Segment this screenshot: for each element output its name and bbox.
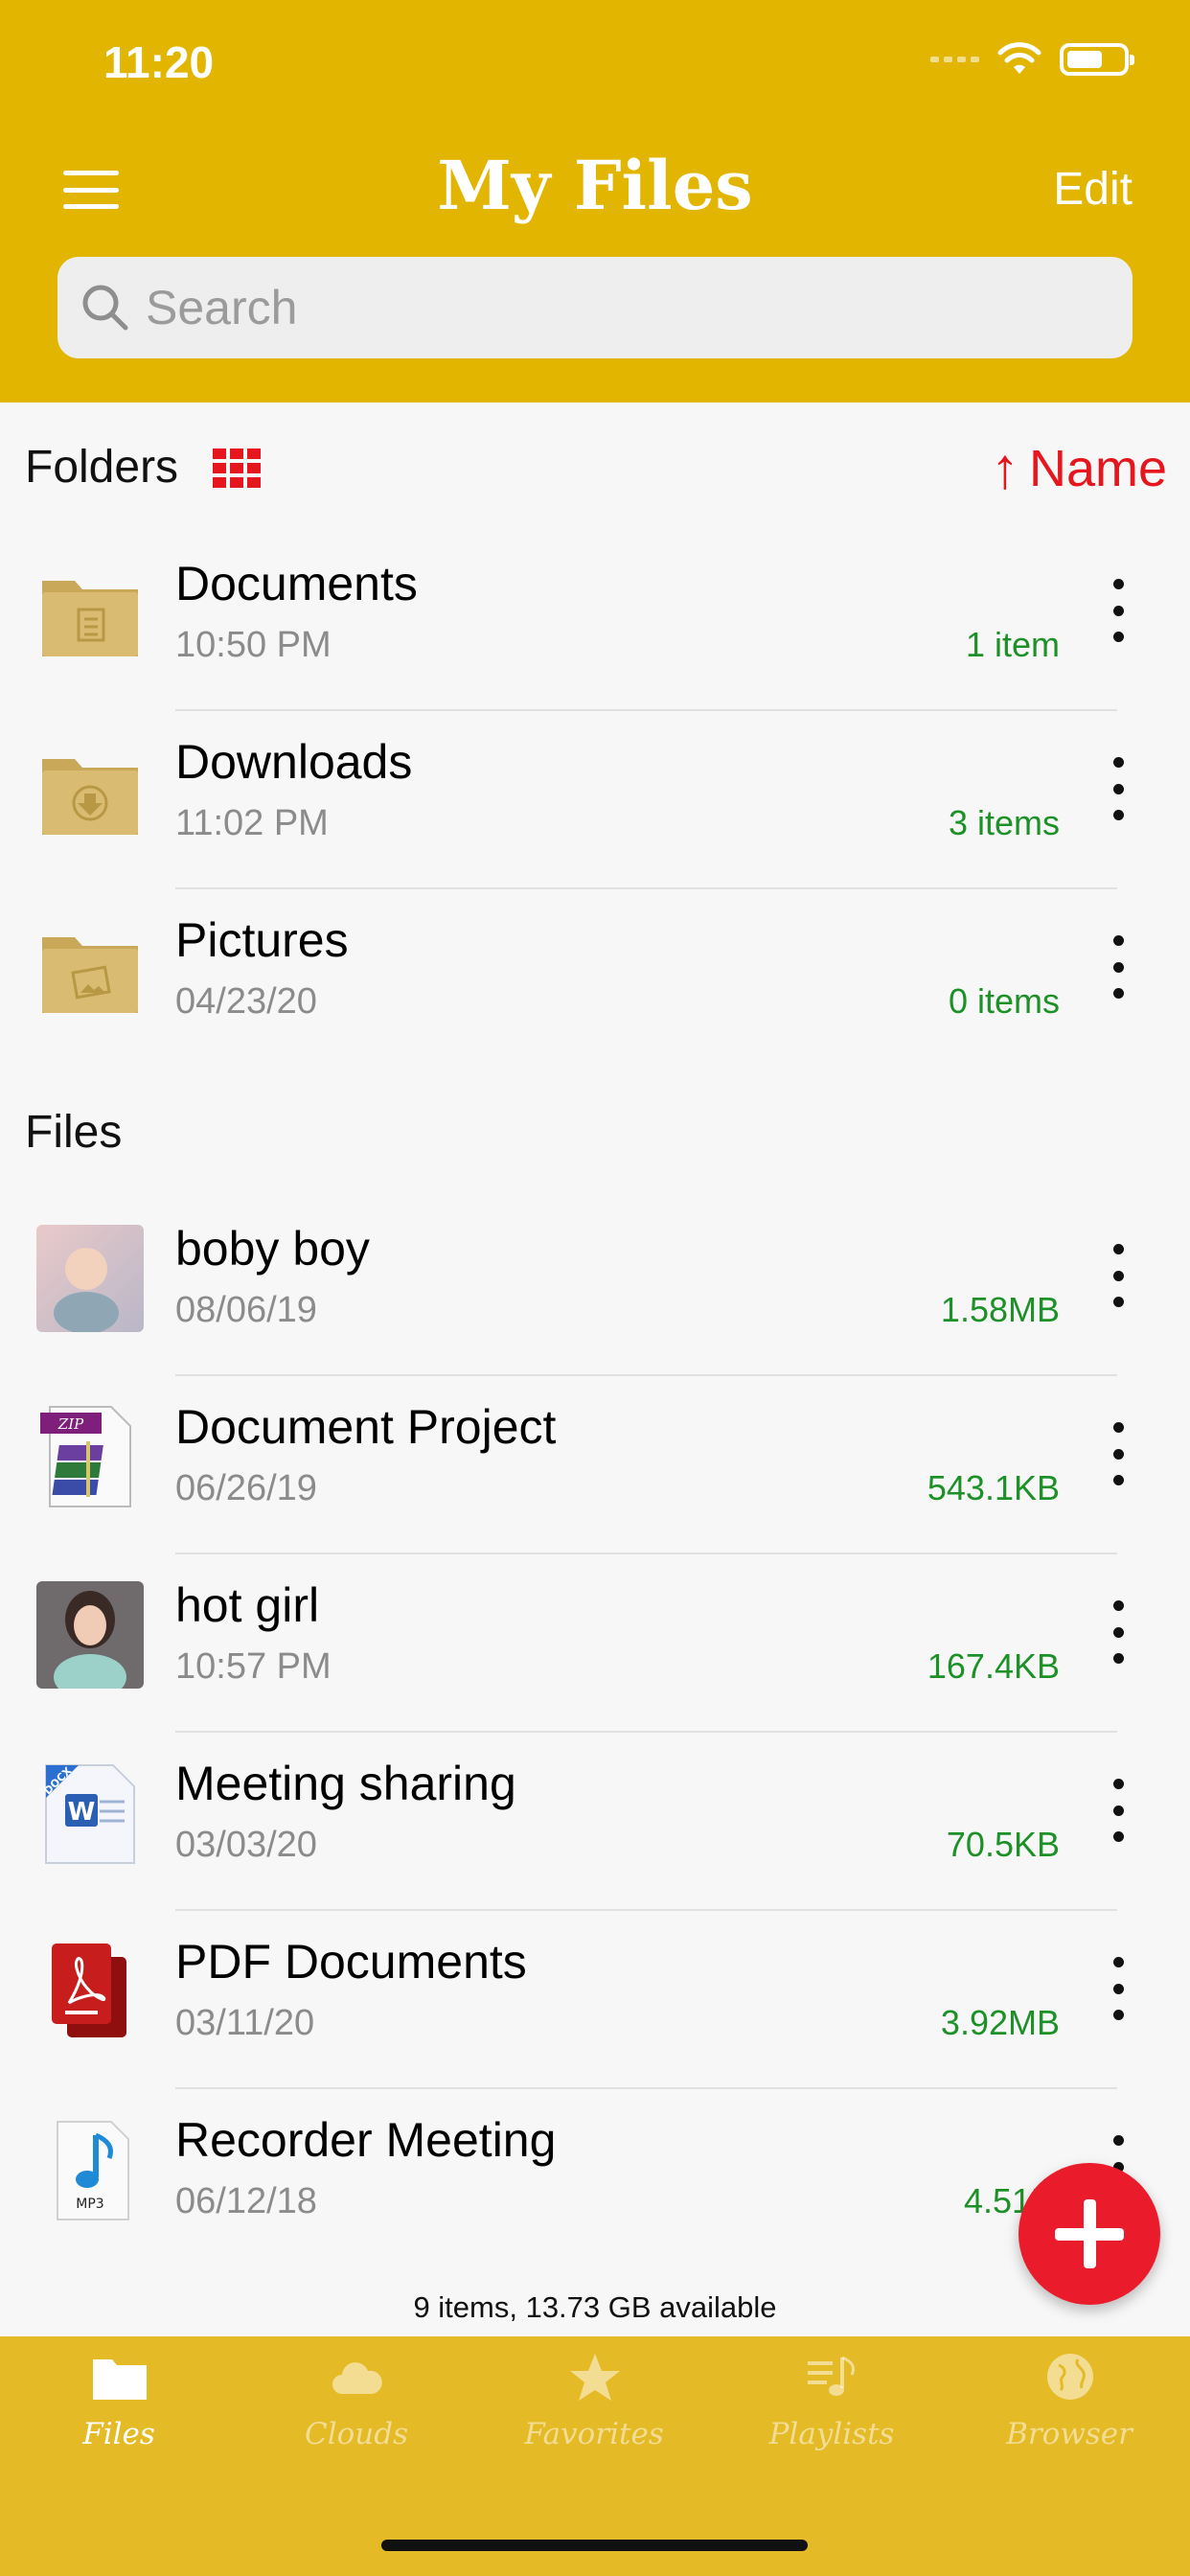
- file-date: 03/03/20: [175, 1825, 317, 1865]
- photo-thumbnail: [36, 1581, 144, 1689]
- svg-text:W: W: [68, 1798, 96, 1827]
- file-row-hot-girl[interactable]: hot girl 10:57 PM 167.4KB: [0, 1554, 1190, 1733]
- file-size: 3.92MB: [940, 2003, 1060, 2042]
- tab-label: Files: [82, 2417, 155, 2451]
- more-options-icon[interactable]: [1102, 1957, 1134, 2020]
- folder-item-count: 1 item: [965, 625, 1060, 664]
- file-type-badge: ZIP: [57, 1415, 84, 1433]
- folder-pictures-icon: [42, 937, 138, 1013]
- file-date: 06/26/19: [175, 1468, 317, 1508]
- folder-download-icon: [42, 759, 138, 835]
- cloud-icon: [332, 2362, 382, 2394]
- sort-by-name-button[interactable]: ↑ Name: [991, 435, 1167, 501]
- search-input[interactable]: [146, 280, 1008, 335]
- word-document-icon: DOCX W: [41, 1764, 135, 1864]
- mp3-audio-icon: MP3: [57, 2121, 129, 2220]
- tab-browser[interactable]: Browser: [950, 2336, 1188, 2490]
- wifi-icon: [997, 42, 1041, 74]
- folders-section-header: Folders ↑ Name: [0, 436, 1190, 518]
- file-name: hot girl: [175, 1578, 320, 1632]
- folder-name: Pictures: [175, 913, 349, 967]
- status-time: 11:20: [103, 37, 215, 87]
- app-header: 11:20 My Files Edit: [0, 0, 1190, 402]
- file-row-meeting-sharing[interactable]: DOCX W Meeting sharing 03/03/20 70.5KB: [0, 1733, 1190, 1911]
- folder-document-icon: [42, 581, 138, 656]
- folder-date: 04/23/20: [175, 981, 317, 1022]
- file-name: Recorder Meeting: [175, 2113, 557, 2167]
- search-icon: [82, 285, 128, 331]
- files-section-header: Files: [0, 1106, 1190, 1183]
- folder-name: Documents: [175, 557, 418, 610]
- folders-section-title: Folders: [25, 442, 179, 493]
- tab-label: Playlists: [768, 2417, 895, 2451]
- file-row-pdf-documents[interactable]: PDF Documents 03/11/20 3.92MB: [0, 1911, 1190, 2089]
- more-options-icon[interactable]: [1102, 1422, 1134, 1485]
- sort-arrow-up-icon: ↑: [990, 436, 1019, 500]
- folder-row-pictures[interactable]: Pictures 04/23/20 0 items: [0, 889, 1190, 1068]
- file-row-recorder-meeting[interactable]: MP3 Recorder Meeting 06/12/18 4.51M: [0, 2089, 1190, 2267]
- playlist-icon: [808, 2356, 856, 2396]
- file-date: 06/12/18: [175, 2181, 317, 2221]
- more-options-icon[interactable]: [1102, 757, 1134, 820]
- file-name: Document Project: [175, 1400, 557, 1454]
- file-date: 03/11/20: [175, 2003, 315, 2043]
- photo-thumbnail: [36, 1225, 144, 1332]
- file-date: 10:57 PM: [175, 1646, 332, 1687]
- folder-name: Downloads: [175, 735, 413, 789]
- globe-icon: [1047, 2354, 1093, 2400]
- folder-row-documents[interactable]: Documents 10:50 PM 1 item: [0, 533, 1190, 711]
- more-options-icon[interactable]: [1102, 935, 1134, 999]
- file-size: 543.1KB: [927, 1468, 1060, 1507]
- tab-favorites[interactable]: Favorites: [475, 2336, 713, 2490]
- folder-item-count: 0 items: [948, 981, 1060, 1021]
- file-name: PDF Documents: [175, 1935, 527, 1989]
- more-options-icon[interactable]: [1102, 1779, 1134, 1842]
- tab-label: Favorites: [524, 2417, 664, 2451]
- star-icon: [570, 2354, 620, 2401]
- grid-view-icon[interactable]: [213, 448, 263, 489]
- add-button[interactable]: [1018, 2163, 1160, 2305]
- battery-icon: [1060, 43, 1134, 76]
- tab-playlists[interactable]: Playlists: [713, 2336, 950, 2490]
- folder-item-count: 3 items: [948, 803, 1060, 842]
- cellular-signal-icon: [930, 57, 979, 62]
- tab-label: Browser: [1006, 2417, 1133, 2451]
- more-options-icon[interactable]: [1102, 1600, 1134, 1664]
- sort-label: Name: [1028, 439, 1167, 497]
- folder-date: 10:50 PM: [175, 625, 332, 665]
- tab-clouds[interactable]: Clouds: [238, 2336, 475, 2490]
- status-icons: [930, 42, 1134, 77]
- file-date: 08/06/19: [175, 1290, 317, 1330]
- file-type-badge: MP3: [76, 2196, 103, 2212]
- storage-summary: 9 items, 13.73 GB available: [413, 2290, 777, 2324]
- tab-label: Clouds: [304, 2417, 408, 2451]
- edit-button[interactable]: Edit: [1053, 163, 1133, 216]
- file-row-boby-boy[interactable]: boby boy 08/06/19 1.58MB: [0, 1198, 1190, 1376]
- files-section-title: Files: [25, 1107, 123, 1158]
- home-indicator: [381, 2540, 808, 2551]
- file-size: 70.5KB: [946, 1825, 1060, 1864]
- zip-archive-icon: ZIP: [40, 1406, 131, 1507]
- search-bar[interactable]: [57, 257, 1133, 358]
- file-name: Meeting sharing: [175, 1757, 516, 1810]
- file-size: 167.4KB: [927, 1646, 1060, 1686]
- pdf-document-icon: [52, 1944, 126, 2037]
- more-options-icon[interactable]: [1102, 579, 1134, 642]
- file-name: boby boy: [175, 1222, 370, 1276]
- file-size: 1.58MB: [940, 1290, 1060, 1329]
- page-title: My Files: [437, 146, 753, 225]
- tab-files[interactable]: Files: [0, 2336, 238, 2490]
- more-options-icon[interactable]: [1102, 1244, 1134, 1307]
- folder-icon: [93, 2359, 147, 2400]
- file-row-document-project[interactable]: ZIP Document Project 06/26/19 543.1KB: [0, 1376, 1190, 1554]
- folder-date: 11:02 PM: [175, 803, 329, 843]
- folder-row-downloads[interactable]: Downloads 11:02 PM 3 items: [0, 711, 1190, 889]
